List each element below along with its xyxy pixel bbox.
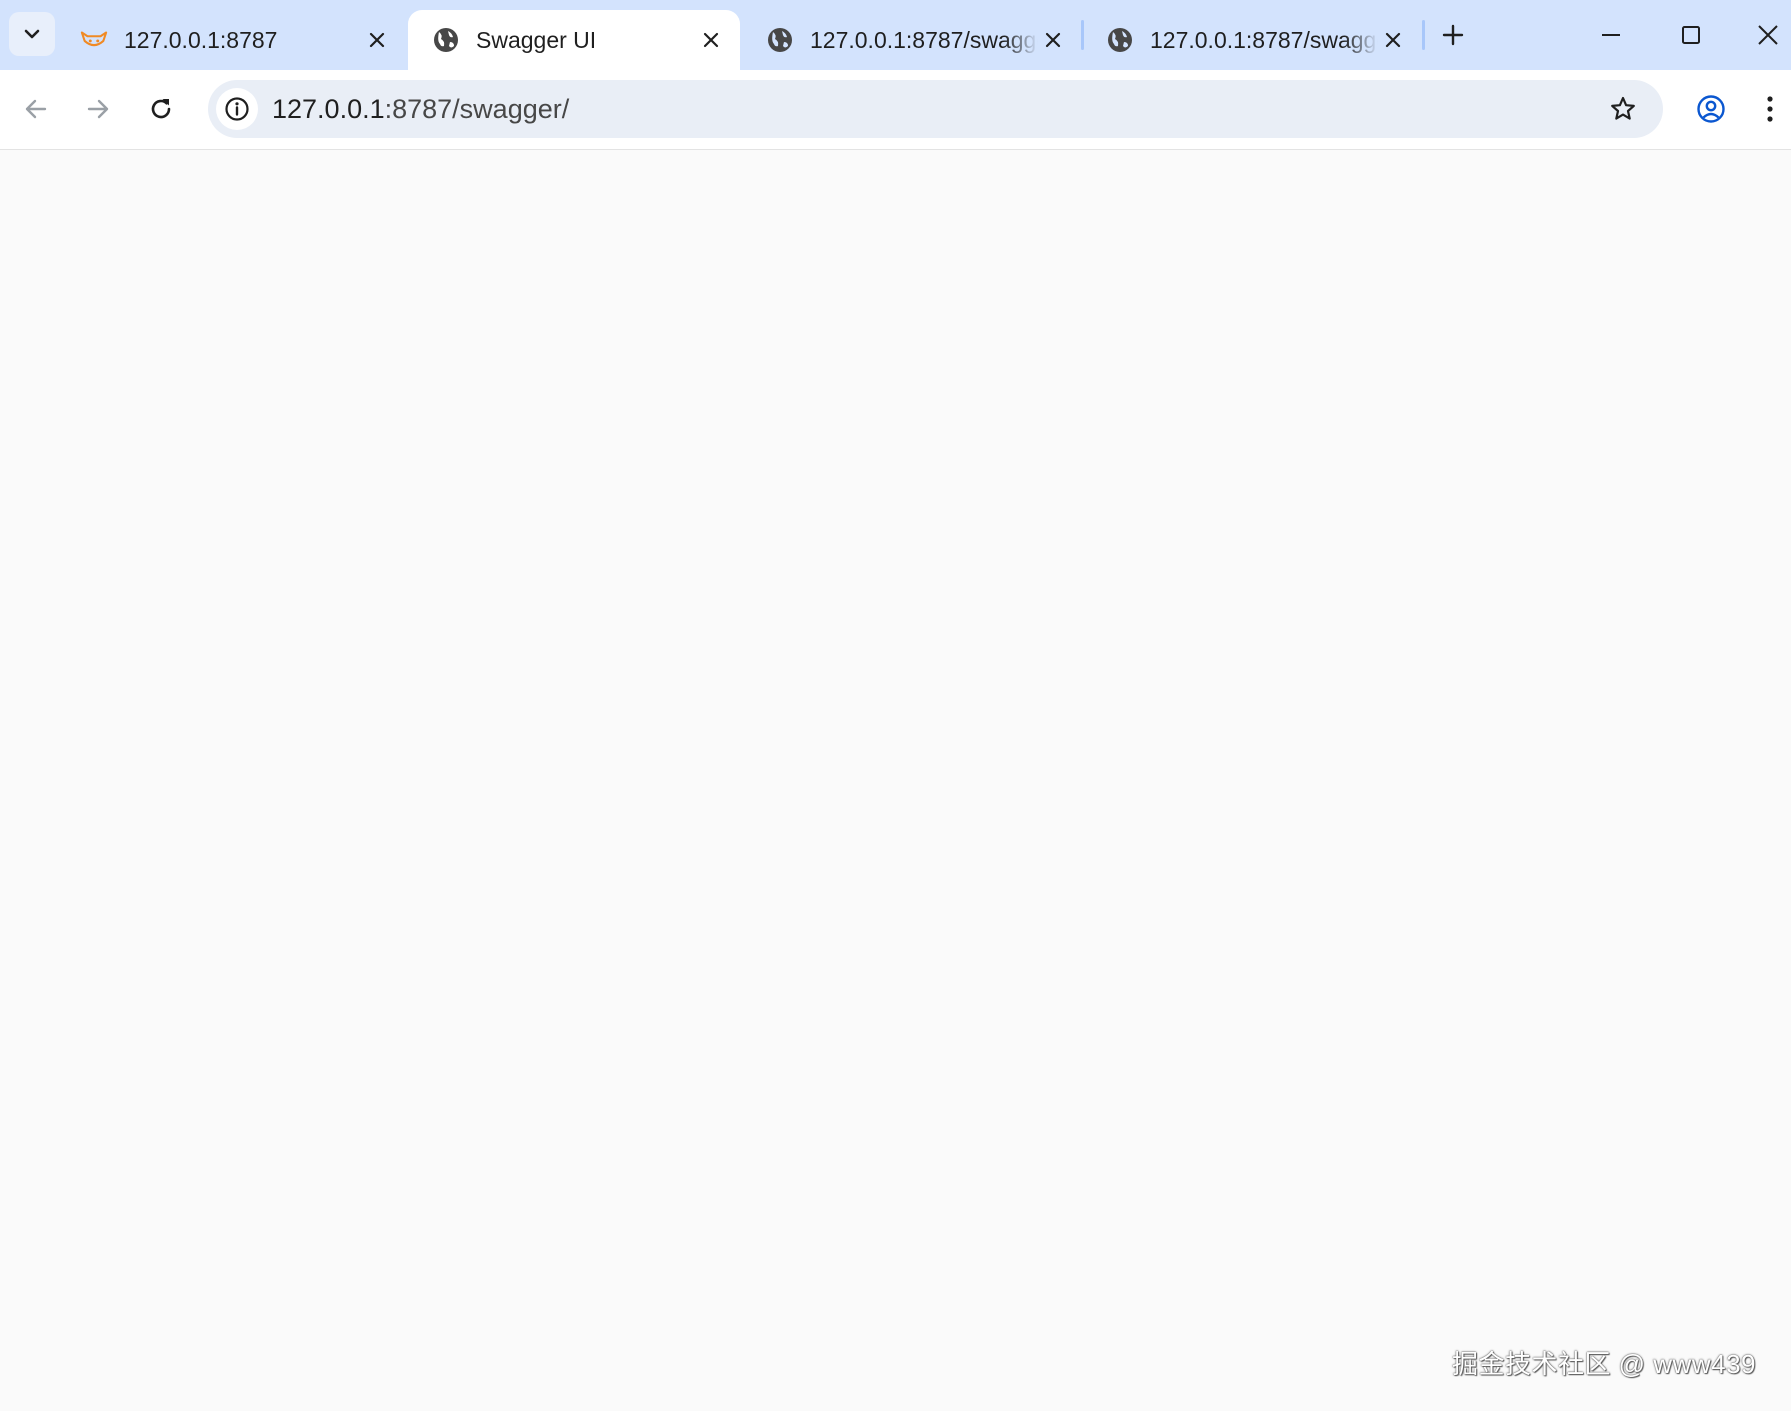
tab-localhost[interactable]: 127.0.0.1:8787 bbox=[56, 10, 406, 70]
arrow-right-icon bbox=[87, 99, 109, 119]
watermark: 掘金技术社区 @ www439 bbox=[1451, 1349, 1756, 1379]
maximize-icon bbox=[1682, 26, 1700, 44]
close-tab-button[interactable] bbox=[1038, 25, 1068, 55]
address-host: 127.0.0.1 bbox=[272, 94, 385, 124]
tab-search-button[interactable] bbox=[9, 12, 55, 56]
page-content: 掘金技术社区 @ www439 bbox=[0, 150, 1791, 1411]
globe-icon bbox=[766, 26, 794, 54]
fox-logo-icon bbox=[80, 26, 108, 54]
close-icon bbox=[1758, 25, 1778, 45]
reload-icon bbox=[151, 99, 171, 119]
reload-button[interactable] bbox=[138, 86, 184, 132]
tab-title: 127.0.0.1:8787/swagger/ bbox=[810, 26, 1038, 53]
close-icon bbox=[369, 32, 385, 48]
arrow-left-icon bbox=[25, 99, 47, 119]
tab-swagger-4[interactable]: 127.0.0.1:8787/swagger/ bbox=[1082, 10, 1422, 70]
browser-window: 127.0.0.1:8787 Swagger UI 127.0.0.1:8787… bbox=[0, 0, 1791, 1411]
globe-icon bbox=[1106, 26, 1134, 54]
browser-toolbar: 127.0.0.1:8787/swagger/ bbox=[0, 70, 1791, 150]
profile-button[interactable] bbox=[1688, 86, 1734, 132]
address-path: :8787/swagger/ bbox=[384, 94, 570, 124]
star-icon bbox=[1611, 96, 1635, 120]
minimize-icon bbox=[1602, 34, 1620, 36]
tab-swagger-3[interactable]: 127.0.0.1:8787/swagger/ bbox=[742, 10, 1082, 70]
address-bar[interactable]: 127.0.0.1:8787/swagger/ bbox=[208, 80, 1663, 138]
tab-title: 127.0.0.1:8787 bbox=[124, 26, 278, 53]
forward-button[interactable] bbox=[75, 86, 121, 132]
plus-icon bbox=[1442, 24, 1464, 46]
info-icon bbox=[225, 97, 249, 121]
new-tab-button[interactable] bbox=[1430, 12, 1476, 58]
close-tab-button[interactable] bbox=[696, 25, 726, 55]
close-icon bbox=[1385, 32, 1401, 48]
tab-strip: 127.0.0.1:8787 Swagger UI 127.0.0.1:8787… bbox=[0, 0, 1791, 70]
address-text[interactable]: 127.0.0.1:8787/swagger/ bbox=[272, 94, 569, 124]
kebab-menu-icon bbox=[1767, 96, 1773, 122]
close-icon bbox=[703, 32, 719, 48]
tab-title: Swagger UI bbox=[476, 26, 597, 53]
close-tab-button[interactable] bbox=[362, 25, 392, 55]
back-button[interactable] bbox=[13, 86, 59, 132]
tab-swagger-ui[interactable]: Swagger UI bbox=[408, 10, 740, 70]
globe-icon bbox=[432, 26, 460, 54]
bookmark-star-button[interactable] bbox=[1600, 86, 1646, 132]
maximize-button[interactable] bbox=[1666, 12, 1716, 58]
tab-title: 127.0.0.1:8787/swagger/ bbox=[1150, 26, 1378, 53]
close-window-button[interactable] bbox=[1745, 12, 1791, 58]
tab-separator bbox=[1422, 20, 1425, 50]
account-circle-icon bbox=[1697, 95, 1725, 123]
site-info-button[interactable] bbox=[216, 88, 258, 130]
menu-button[interactable] bbox=[1750, 86, 1790, 132]
minimize-button[interactable] bbox=[1586, 12, 1636, 58]
chevron-down-icon bbox=[24, 29, 40, 39]
close-tab-button[interactable] bbox=[1378, 25, 1408, 55]
close-icon bbox=[1045, 32, 1061, 48]
